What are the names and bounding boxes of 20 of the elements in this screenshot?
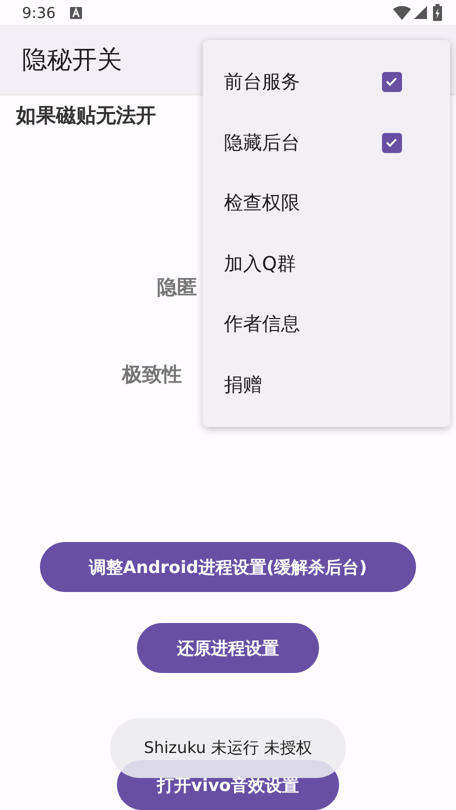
notice-text: 如果磁贴无法开 [16, 102, 156, 129]
clock-time: 9:36 [22, 4, 56, 22]
menu-item[interactable]: 检查权限 [224, 190, 402, 216]
menu-item[interactable]: 捐赠 [224, 372, 402, 398]
section-label: 隐匿 [157, 274, 197, 301]
notification-icon [70, 6, 82, 19]
menu-item[interactable]: 前台服务 [224, 69, 382, 96]
battery-icon [433, 4, 442, 22]
checkbox[interactable] [382, 132, 402, 153]
action-button[interactable]: 还原进程设置 [137, 623, 319, 673]
app-title: 隐秘开关 [22, 44, 122, 76]
action-button[interactable]: 调整Android进程设置(缓解杀后台) [40, 542, 416, 592]
section-label: 极致性 [122, 361, 182, 388]
wifi-icon [393, 6, 411, 20]
toast-message: Shizuku 未运行 未授权 [110, 718, 346, 778]
checkbox[interactable] [382, 72, 402, 92]
menu-item[interactable]: 隐藏后台 [224, 130, 382, 156]
signal-icon [414, 6, 427, 20]
menu-item[interactable]: 作者信息 [224, 311, 402, 338]
menu-item[interactable]: 加入Q群 [224, 250, 402, 277]
